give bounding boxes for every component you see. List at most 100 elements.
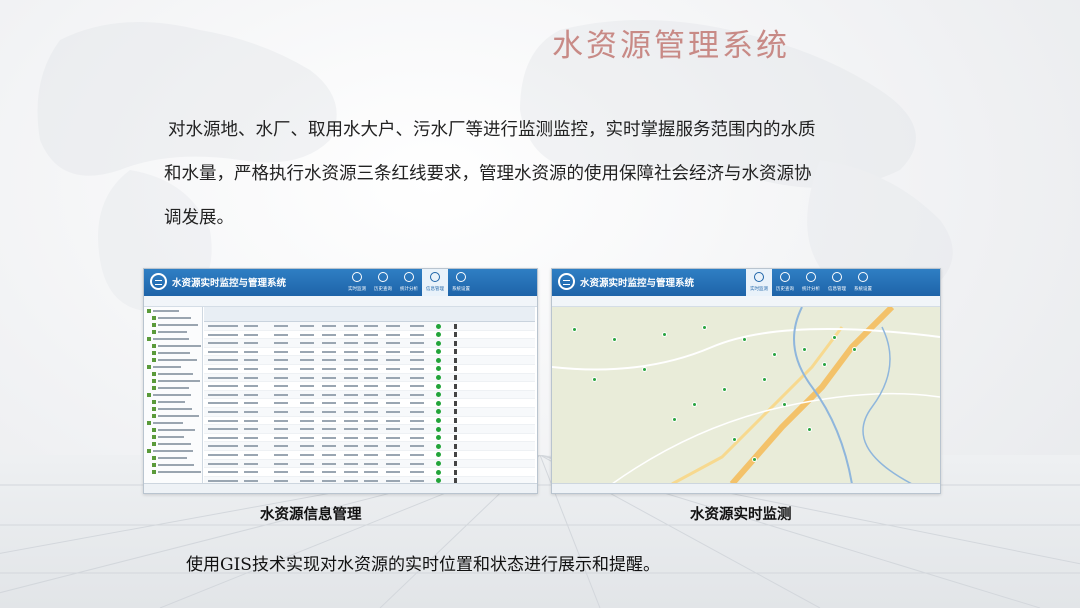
nav-realtime[interactable]: 实时监测 [344, 269, 370, 296]
station-marker-icon[interactable] [692, 402, 697, 407]
folder-icon [152, 379, 156, 383]
table-row[interactable] [204, 399, 535, 408]
station-marker-icon[interactable] [822, 362, 827, 367]
tree-node[interactable] [152, 468, 202, 475]
table-row[interactable] [204, 339, 535, 348]
status-online-icon [436, 332, 441, 338]
table-row[interactable] [204, 382, 535, 391]
table-row[interactable] [204, 348, 535, 357]
table-row[interactable] [204, 417, 535, 426]
status-online-icon [436, 392, 441, 398]
table-row[interactable] [204, 434, 535, 443]
station-marker-icon[interactable] [807, 427, 812, 432]
tree-node[interactable] [152, 433, 202, 440]
table-row[interactable] [204, 356, 535, 365]
station-marker-icon[interactable] [572, 327, 577, 332]
station-marker-icon[interactable] [642, 367, 647, 372]
nav-history[interactable]: 历史查询 [370, 269, 396, 296]
nav-realtime[interactable]: 实时监测 [746, 269, 772, 296]
folder-icon [147, 393, 151, 397]
table-row[interactable] [204, 322, 535, 331]
nav-history[interactable]: 历史查询 [772, 269, 798, 296]
table-row[interactable] [204, 407, 535, 417]
folder-icon [152, 386, 156, 390]
tree-node[interactable] [152, 356, 202, 363]
nav-info-management[interactable]: 信息管理 [824, 269, 850, 296]
tree-node[interactable] [152, 405, 202, 412]
folder-icon [152, 351, 156, 355]
tree-node[interactable] [152, 461, 202, 468]
status-online-icon [436, 461, 441, 466]
gate-icon [454, 426, 457, 432]
tree-node[interactable] [147, 419, 202, 426]
station-marker-icon[interactable] [772, 352, 777, 357]
tree-node[interactable] [152, 426, 202, 433]
search-icon [378, 272, 388, 282]
tree-node[interactable] [147, 447, 202, 454]
station-marker-icon[interactable] [702, 325, 707, 330]
map-terrain [552, 307, 940, 484]
tree-node[interactable] [152, 440, 202, 447]
folder-icon [152, 358, 156, 362]
station-marker-icon[interactable] [672, 417, 677, 422]
tree-node[interactable] [152, 384, 202, 391]
tree-node[interactable] [152, 370, 202, 377]
table-header [204, 307, 535, 322]
tree-node[interactable] [147, 363, 202, 370]
caption-realtime-monitoring: 水资源实时监测 [690, 506, 792, 523]
tree-node[interactable] [147, 307, 202, 314]
station-marker-icon[interactable] [852, 347, 857, 352]
status-online-icon [436, 418, 441, 424]
tree-node[interactable] [147, 391, 202, 398]
table-row[interactable] [204, 365, 535, 374]
station-marker-icon[interactable] [832, 335, 837, 340]
nav-settings[interactable]: 系统设置 [850, 269, 876, 296]
tree-node[interactable] [152, 412, 202, 419]
status-online-icon [436, 366, 441, 372]
tree-node[interactable] [152, 314, 202, 321]
system-header: 水资源实时监控与管理系统 实时监测 历史查询 统计分析 信息管理 系统设置 [552, 269, 940, 296]
table-row[interactable] [204, 373, 535, 383]
folder-icon [152, 323, 156, 327]
station-marker-icon[interactable] [592, 377, 597, 382]
gate-icon [454, 357, 457, 363]
table-row[interactable] [204, 442, 535, 451]
status-online-icon [436, 435, 441, 441]
sub-toolbar [552, 296, 940, 307]
table-row[interactable] [204, 451, 535, 460]
station-marker-icon[interactable] [782, 402, 787, 407]
tree-node[interactable] [152, 398, 202, 405]
station-marker-icon[interactable] [722, 387, 727, 392]
table-row[interactable] [204, 459, 535, 469]
tree-node[interactable] [152, 377, 202, 384]
tree-node[interactable] [152, 342, 202, 349]
gate-icon [454, 409, 457, 415]
table-row[interactable] [204, 331, 535, 340]
tree-node[interactable] [147, 335, 202, 342]
table-row[interactable] [204, 390, 535, 400]
tree-node[interactable] [152, 328, 202, 335]
gis-map[interactable] [552, 307, 940, 484]
system-title: 水资源实时监控与管理系统 [580, 278, 695, 289]
station-marker-icon[interactable] [762, 377, 767, 382]
tree-node[interactable] [152, 454, 202, 461]
nav-settings[interactable]: 系统设置 [448, 269, 474, 296]
tree-node[interactable] [152, 321, 202, 328]
table-row[interactable] [204, 425, 535, 434]
station-marker-icon[interactable] [662, 332, 667, 337]
status-online-icon [436, 357, 441, 363]
station-marker-icon[interactable] [612, 337, 617, 342]
station-marker-icon[interactable] [732, 437, 737, 442]
station-marker-icon[interactable] [752, 457, 757, 462]
nav-statistics[interactable]: 统计分析 [798, 269, 824, 296]
table-row[interactable] [204, 468, 535, 477]
folder-icon [147, 421, 151, 425]
station-marker-icon[interactable] [742, 337, 747, 342]
tree-node[interactable] [152, 349, 202, 356]
system-title: 水资源实时监控与管理系统 [172, 278, 287, 289]
folder-icon [152, 344, 156, 348]
nav-statistics[interactable]: 统计分析 [396, 269, 422, 296]
nav-info-management[interactable]: 信息管理 [422, 269, 448, 296]
description-line-2: 和水量，严格执行水资源三条红线要求，管理水资源的使用保障社会经济与水资源协 [164, 164, 812, 184]
station-marker-icon[interactable] [802, 347, 807, 352]
